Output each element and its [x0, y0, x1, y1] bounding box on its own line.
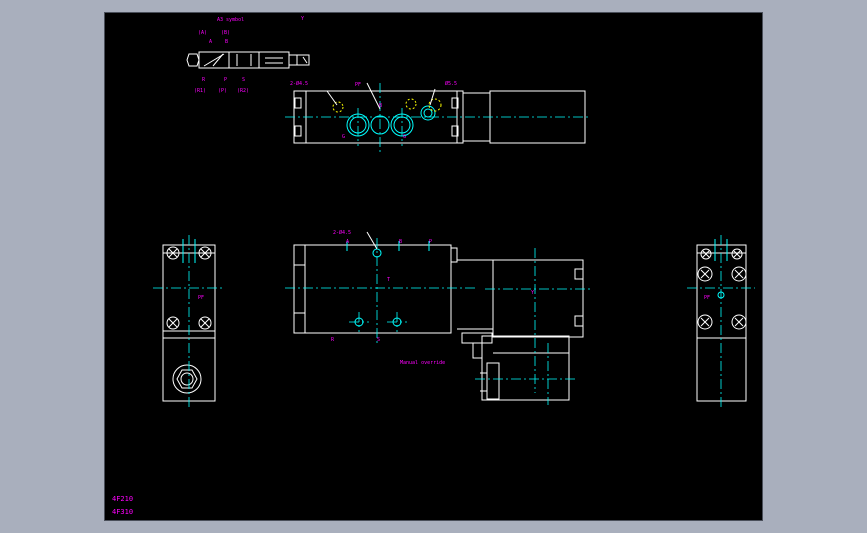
valve-drawing: A3 symbol (A) (B) A B R P S (R1) (P) (R2…: [112, 16, 755, 516]
front-t-label: T: [387, 277, 390, 283]
top-view: 2-Ø4.5 Ø5.5 PF B G G: [285, 80, 590, 153]
top-hole-right-label: Ø5.5: [445, 80, 457, 87]
left-view: PF: [153, 235, 225, 408]
symbol-y-label: Y: [301, 16, 304, 22]
symbol-pilot-label: A3 symbol: [217, 17, 244, 23]
top-b-label: B: [379, 103, 382, 109]
left-pf-label: PF: [198, 295, 204, 301]
symbol-p1-label: (P): [218, 88, 227, 94]
symbol-r-label: R: [202, 77, 206, 83]
symbol-a-label: (A): [198, 30, 207, 36]
symbol-b-label: (B): [221, 30, 230, 36]
top-pf-label: PF: [355, 82, 361, 88]
front-view: 2-Ø4.5 A B P R S T Y Manual override: [285, 229, 590, 405]
right-pf-label: PF: [704, 295, 710, 301]
front-b-label: B: [399, 239, 402, 245]
top-hole-left-label: 2-Ø4.5: [290, 80, 308, 87]
symbol-p-label: P: [224, 77, 227, 83]
symbol-a2-label: A: [209, 39, 212, 45]
symbol-s-label: S: [242, 77, 245, 83]
front-holes-label: 2-Ø4.5: [333, 229, 351, 236]
front-y-label: Y: [531, 290, 534, 296]
cad-viewport[interactable]: A3 symbol (A) (B) A B R P S (R1) (P) (R2…: [104, 12, 763, 521]
front-p-label: P: [429, 239, 432, 245]
top-g1-label: G: [342, 134, 345, 140]
top-g2-label: G: [403, 134, 406, 140]
model-label-2: 4F310: [112, 508, 133, 516]
front-r-label: R: [331, 337, 335, 343]
symbol-b2-label: B: [225, 39, 228, 45]
model-label-1: 4F210: [112, 495, 133, 503]
right-view: PF: [687, 235, 755, 408]
front-a-label: A: [346, 239, 349, 245]
manual-override-label: Manual override: [400, 360, 445, 366]
symbol-r2-label: (R2): [237, 88, 249, 94]
front-s-label: S: [377, 337, 380, 343]
symbol-r1-label: (R1): [194, 88, 206, 94]
